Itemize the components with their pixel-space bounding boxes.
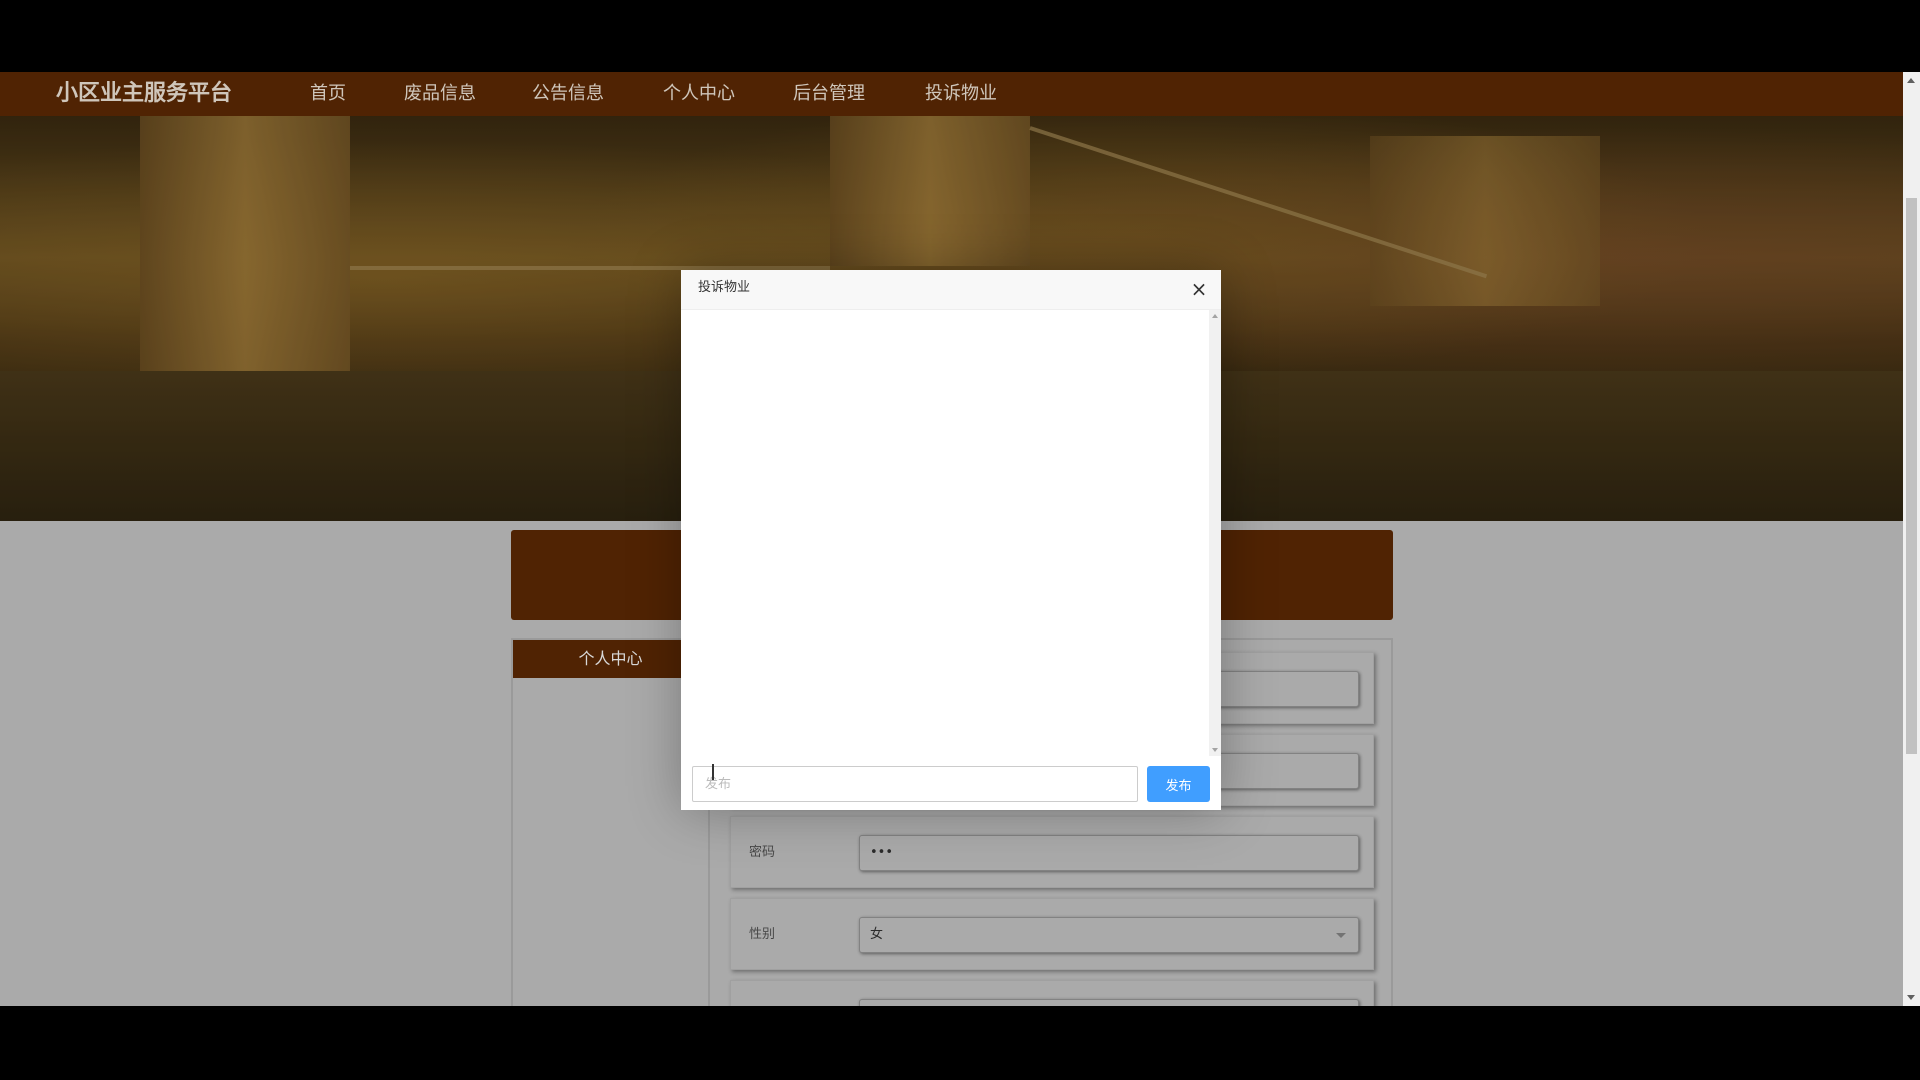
modal-footer: 发布 — [681, 756, 1221, 810]
modal-title: 投诉物业 — [698, 280, 751, 295]
modal-header: 投诉物业 — [681, 270, 1221, 310]
scroll-up-icon[interactable] — [1212, 314, 1218, 318]
post-input[interactable] — [692, 766, 1138, 802]
close-icon[interactable]: × — [1189, 279, 1209, 299]
modal-content-area — [681, 310, 1209, 756]
browser-viewport: 小区业主服务平台 首页 废品信息 公告信息 个人中心 后台管理 投诉物业 个人中… — [0, 72, 1920, 1006]
scroll-down-icon[interactable] — [1907, 995, 1915, 1000]
post-button[interactable]: 发布 — [1147, 766, 1210, 802]
page-scrollbar[interactable] — [1903, 72, 1920, 1006]
complaint-modal: 投诉物业 × 发布 — [681, 270, 1221, 810]
text-cursor — [712, 764, 714, 780]
scroll-up-icon[interactable] — [1907, 78, 1915, 83]
scroll-down-icon[interactable] — [1212, 748, 1218, 752]
scroll-thumb[interactable] — [1906, 198, 1917, 754]
modal-scrollbar[interactable] — [1209, 310, 1221, 756]
